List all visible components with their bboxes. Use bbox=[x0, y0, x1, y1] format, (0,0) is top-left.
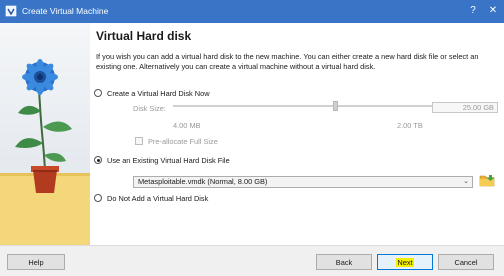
create-disk-radio[interactable] bbox=[94, 89, 102, 97]
create-disk-label: Create a Virtual Hard Disk Now bbox=[107, 89, 210, 98]
window-title: Create Virtual Machine bbox=[22, 6, 109, 16]
page-description: If you wish you can add a virtual hard d… bbox=[96, 52, 479, 71]
help-button[interactable]: Help bbox=[7, 254, 65, 270]
disk-size-field[interactable]: 25.00 GB bbox=[432, 102, 498, 113]
close-button[interactable]: ✕ bbox=[486, 4, 500, 18]
no-disk-label: Do Not Add a Virtual Hard Disk bbox=[107, 194, 209, 203]
help-titlebar-button[interactable]: ? bbox=[466, 4, 480, 18]
folder-icon[interactable] bbox=[479, 173, 495, 187]
next-button[interactable]: Next bbox=[377, 254, 433, 270]
use-existing-disk-label: Use an Existing Virtual Hard Disk File bbox=[107, 156, 230, 165]
button-bar: Help Back Next Cancel bbox=[0, 245, 504, 276]
wizard-content: Virtual Hard disk If you wish you can ad… bbox=[0, 23, 504, 245]
next-button-label: Next bbox=[396, 258, 414, 267]
no-disk-radio[interactable] bbox=[94, 194, 102, 202]
disk-size-slider-track[interactable] bbox=[173, 105, 465, 107]
disk-size-label: Disk Size: bbox=[133, 104, 166, 113]
use-existing-disk-radio[interactable] bbox=[94, 156, 102, 164]
virtualbox-icon bbox=[5, 5, 17, 17]
back-button[interactable]: Back bbox=[316, 254, 372, 270]
preallocate-label: Pre-allocate Full Size bbox=[148, 137, 218, 146]
disk-size-min-label: 4.00 MB bbox=[173, 121, 201, 130]
page-title: Virtual Hard disk bbox=[96, 29, 192, 43]
disk-size-slider-thumb[interactable] bbox=[333, 101, 338, 111]
existing-disk-select-value: Metasploitable.vmdk (Normal, 8.00 GB) bbox=[138, 177, 268, 186]
cancel-button[interactable]: Cancel bbox=[438, 254, 494, 270]
title-bar: Create Virtual Machine ? ✕ bbox=[0, 0, 504, 23]
disk-size-max-label: 2.00 TB bbox=[397, 121, 423, 130]
wizard-page: Virtual Hard disk If you wish you can ad… bbox=[90, 23, 504, 245]
wizard-side-image bbox=[0, 23, 90, 245]
preallocate-checkbox[interactable] bbox=[135, 137, 143, 145]
flower-pot-illustration bbox=[0, 23, 90, 245]
chevron-down-icon: ⌄ bbox=[463, 178, 469, 185]
existing-disk-select[interactable]: Metasploitable.vmdk (Normal, 8.00 GB) ⌄ bbox=[133, 176, 473, 188]
